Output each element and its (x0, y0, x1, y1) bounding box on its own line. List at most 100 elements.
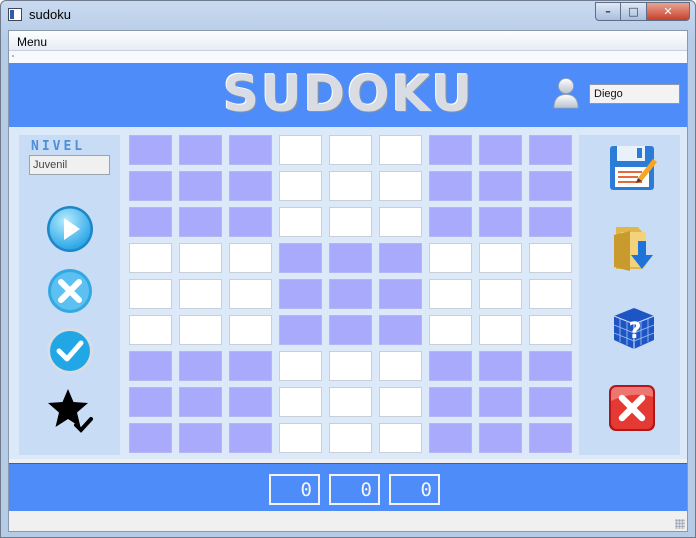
sudoku-cell[interactable] (429, 315, 472, 345)
sudoku-cell[interactable] (279, 423, 322, 453)
sudoku-cell[interactable] (179, 279, 222, 309)
sudoku-cell[interactable] (429, 423, 472, 453)
sudoku-cell[interactable] (329, 279, 372, 309)
sudoku-cell[interactable] (429, 207, 472, 237)
sudoku-cell[interactable] (179, 423, 222, 453)
sudoku-cell[interactable] (229, 315, 272, 345)
sudoku-cell[interactable] (529, 315, 572, 345)
sudoku-cell[interactable] (279, 207, 322, 237)
sudoku-cell[interactable] (279, 279, 322, 309)
sudoku-cell[interactable] (179, 135, 222, 165)
toolbar-grip[interactable] (12, 55, 14, 57)
level-field[interactable]: Juvenil (29, 155, 110, 175)
sudoku-cell[interactable] (229, 351, 272, 381)
sudoku-cell[interactable] (379, 423, 422, 453)
sudoku-cell[interactable] (229, 387, 272, 417)
sudoku-cell[interactable] (479, 171, 522, 201)
sudoku-cell[interactable] (229, 135, 272, 165)
load-button[interactable] (608, 223, 658, 273)
check-button[interactable] (46, 327, 94, 375)
sudoku-cell[interactable] (179, 207, 222, 237)
sudoku-cell[interactable] (329, 315, 372, 345)
sudoku-cell[interactable] (479, 243, 522, 273)
sudoku-cell[interactable] (179, 171, 222, 201)
sudoku-cell[interactable] (479, 279, 522, 309)
sudoku-cell[interactable] (329, 351, 372, 381)
sudoku-cell[interactable] (379, 135, 422, 165)
help-button[interactable]: ? (608, 302, 658, 352)
sudoku-cell[interactable] (379, 387, 422, 417)
sudoku-cell[interactable] (129, 315, 172, 345)
sudoku-cell[interactable] (279, 243, 322, 273)
save-button[interactable] (608, 143, 658, 193)
sudoku-cell[interactable] (129, 207, 172, 237)
sudoku-cell[interactable] (329, 135, 372, 165)
sudoku-cell[interactable] (479, 135, 522, 165)
sudoku-cell[interactable] (429, 351, 472, 381)
sudoku-cell[interactable] (529, 207, 572, 237)
maximize-button[interactable]: □ (621, 2, 647, 21)
sudoku-cell[interactable] (429, 171, 472, 201)
sudoku-cell[interactable] (479, 315, 522, 345)
timer-hours: 0 (269, 474, 320, 505)
sudoku-cell[interactable] (529, 171, 572, 201)
sudoku-cell[interactable] (129, 279, 172, 309)
sudoku-cell[interactable] (129, 351, 172, 381)
sudoku-cell[interactable] (129, 171, 172, 201)
sudoku-cell[interactable] (429, 135, 472, 165)
sudoku-cell[interactable] (329, 387, 372, 417)
sudoku-cell[interactable] (279, 351, 322, 381)
close-window-button[interactable]: ✕ (647, 2, 690, 21)
sudoku-cell[interactable] (129, 387, 172, 417)
sudoku-cell[interactable] (429, 387, 472, 417)
clear-button[interactable] (46, 267, 94, 315)
sudoku-cell[interactable] (279, 315, 322, 345)
sudoku-cell[interactable] (129, 243, 172, 273)
menu-item-menu[interactable]: Menu (17, 35, 47, 49)
sudoku-cell[interactable] (379, 171, 422, 201)
sudoku-cell[interactable] (229, 243, 272, 273)
sudoku-cell[interactable] (529, 387, 572, 417)
sudoku-cell[interactable] (229, 423, 272, 453)
sudoku-cell[interactable] (529, 243, 572, 273)
rating-button[interactable] (46, 387, 94, 435)
sudoku-cell[interactable] (529, 135, 572, 165)
sudoku-cell[interactable] (429, 279, 472, 309)
sudoku-cell[interactable] (179, 243, 222, 273)
sudoku-cell[interactable] (329, 207, 372, 237)
title-bar[interactable]: sudoku – □ ✕ (1, 1, 695, 29)
sudoku-cell[interactable] (479, 351, 522, 381)
sudoku-cell[interactable] (279, 171, 322, 201)
sudoku-cell[interactable] (129, 135, 172, 165)
sudoku-cell[interactable] (479, 207, 522, 237)
sudoku-cell[interactable] (379, 243, 422, 273)
username-field[interactable]: Diego (589, 84, 680, 104)
sudoku-cell[interactable] (329, 243, 372, 273)
sudoku-cell[interactable] (379, 315, 422, 345)
sudoku-cell[interactable] (329, 171, 372, 201)
sudoku-cell[interactable] (529, 351, 572, 381)
sudoku-cell[interactable] (329, 423, 372, 453)
sudoku-cell[interactable] (179, 387, 222, 417)
sudoku-cell[interactable] (279, 135, 322, 165)
sudoku-cell[interactable] (379, 279, 422, 309)
exit-button[interactable] (607, 383, 657, 433)
play-button[interactable] (46, 205, 94, 253)
sudoku-cell[interactable] (229, 171, 272, 201)
sudoku-cell[interactable] (479, 387, 522, 417)
minimize-button[interactable]: – (595, 2, 621, 21)
sudoku-cell[interactable] (379, 351, 422, 381)
sudoku-cell[interactable] (179, 351, 222, 381)
sudoku-cell[interactable] (179, 315, 222, 345)
sudoku-cell[interactable] (229, 207, 272, 237)
sudoku-cell[interactable] (429, 243, 472, 273)
sudoku-cell[interactable] (279, 387, 322, 417)
sudoku-cell[interactable] (129, 423, 172, 453)
game-area: NIVEL Juvenil ? (9, 127, 687, 459)
sudoku-cell[interactable] (229, 279, 272, 309)
sudoku-cell[interactable] (379, 207, 422, 237)
resize-grip[interactable] (675, 519, 685, 529)
sudoku-cell[interactable] (529, 423, 572, 453)
sudoku-cell[interactable] (479, 423, 522, 453)
sudoku-cell[interactable] (529, 279, 572, 309)
